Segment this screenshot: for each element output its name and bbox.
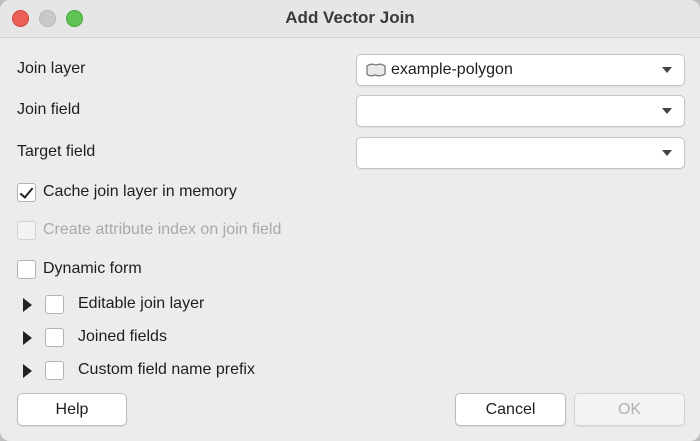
polygon-layer-icon bbox=[365, 63, 387, 83]
editable-join-layer-label: Editable join layer bbox=[78, 295, 205, 312]
expand-arrow-icon[interactable] bbox=[23, 298, 32, 312]
chevron-down-icon bbox=[662, 67, 672, 73]
window-title: Add Vector Join bbox=[285, 8, 415, 27]
add-vector-join-dialog: Add Vector Join Join layer example-polyg… bbox=[0, 0, 700, 441]
create-attribute-index-label: Create attribute index on join field bbox=[43, 221, 282, 238]
expand-arrow-icon[interactable] bbox=[23, 364, 32, 378]
cancel-button[interactable]: Cancel bbox=[455, 393, 566, 426]
chevron-down-icon bbox=[662, 108, 672, 114]
dynamic-form-label: Dynamic form bbox=[43, 260, 142, 277]
target-field-combo[interactable] bbox=[356, 137, 685, 169]
join-layer-value: example-polygon bbox=[391, 61, 513, 78]
custom-field-prefix-checkbox[interactable] bbox=[45, 361, 64, 380]
expand-arrow-icon[interactable] bbox=[23, 331, 32, 345]
ok-button: OK bbox=[574, 393, 685, 426]
dynamic-form-checkbox[interactable] bbox=[17, 260, 36, 279]
joined-fields-checkbox[interactable] bbox=[45, 328, 64, 347]
join-field-combo[interactable] bbox=[356, 95, 685, 127]
joined-fields-label: Joined fields bbox=[78, 328, 167, 345]
title-bar: Add Vector Join bbox=[0, 0, 700, 38]
join-layer-label: Join layer bbox=[17, 60, 86, 77]
editable-join-layer-checkbox[interactable] bbox=[45, 295, 64, 314]
target-field-label: Target field bbox=[17, 143, 96, 160]
chevron-down-icon bbox=[662, 150, 672, 156]
join-layer-combo[interactable]: example-polygon bbox=[356, 54, 685, 86]
cache-join-layer-label: Cache join layer in memory bbox=[43, 183, 237, 200]
help-button[interactable]: Help bbox=[17, 393, 127, 426]
custom-field-prefix-label: Custom field name prefix bbox=[78, 361, 255, 378]
join-field-label: Join field bbox=[17, 101, 81, 118]
cache-join-layer-checkbox[interactable] bbox=[17, 183, 36, 202]
create-attribute-index-checkbox bbox=[17, 221, 36, 240]
